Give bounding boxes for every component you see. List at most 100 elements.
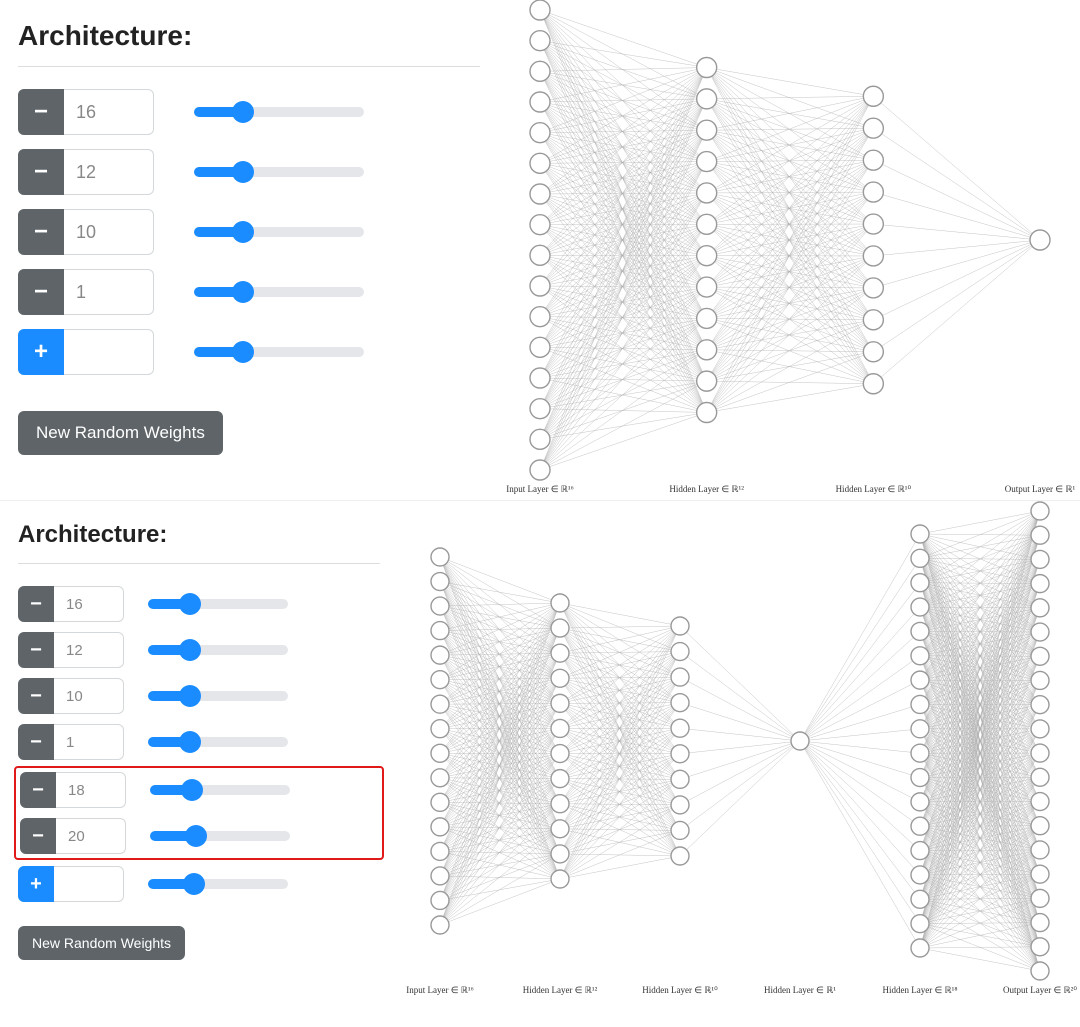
remove-layer-button[interactable]: −	[20, 818, 56, 854]
layer-size-slider[interactable]	[148, 738, 288, 747]
node	[697, 308, 717, 328]
remove-layer-button[interactable]: −	[18, 724, 54, 760]
edge	[873, 240, 1040, 320]
edge	[560, 728, 680, 753]
node	[911, 939, 929, 957]
layer-label: Input Layer ∈ ℝ¹⁶	[406, 985, 474, 995]
edge	[440, 778, 560, 829]
remove-layer-button[interactable]: −	[20, 772, 56, 808]
layer-size-slider[interactable]	[148, 692, 288, 701]
remove-layer-button[interactable]: −	[18, 89, 64, 135]
node	[911, 574, 929, 592]
edge	[707, 384, 874, 413]
remove-layer-button[interactable]: −	[18, 149, 64, 195]
layer-label: Hidden Layer ∈ ℝ¹²	[523, 985, 598, 995]
edge	[707, 68, 874, 97]
layer-size-input[interactable]	[64, 209, 154, 255]
layer-size-input[interactable]	[64, 329, 154, 375]
edge	[680, 741, 800, 754]
layer-size-input[interactable]	[64, 149, 154, 195]
remove-layer-button[interactable]: −	[18, 269, 64, 315]
edge	[540, 133, 707, 287]
edge	[540, 162, 707, 194]
node	[671, 643, 689, 661]
edge	[440, 631, 560, 829]
remove-layer-button[interactable]: −	[18, 586, 54, 622]
layer-size-slider[interactable]	[148, 646, 288, 655]
node	[431, 793, 449, 811]
edge	[707, 193, 874, 256]
node	[697, 58, 717, 78]
edge	[440, 557, 560, 754]
node	[697, 183, 717, 203]
remove-layer-button[interactable]: −	[18, 632, 54, 668]
node	[911, 915, 929, 933]
layer-size-input[interactable]	[56, 818, 126, 854]
edge	[707, 352, 874, 381]
node	[530, 31, 550, 51]
remove-layer-button[interactable]: −	[18, 209, 64, 255]
layer-size-input[interactable]	[54, 866, 124, 902]
node	[911, 647, 929, 665]
layer-size-slider[interactable]	[148, 600, 288, 609]
layer-size-slider[interactable]	[194, 227, 364, 237]
layer-size-input[interactable]	[56, 772, 126, 808]
edge	[440, 728, 560, 753]
node	[551, 694, 569, 712]
new-random-weights-button[interactable]: New Random Weights	[18, 926, 185, 960]
layer-size-input[interactable]	[54, 724, 124, 760]
edge	[707, 193, 874, 320]
layer-size-slider[interactable]	[148, 880, 288, 889]
slider-wrap	[194, 227, 480, 237]
layer-row: +	[18, 866, 380, 902]
layer-size-slider[interactable]	[150, 832, 290, 841]
remove-layer-button[interactable]: −	[18, 678, 54, 714]
layer-size-slider[interactable]	[194, 287, 364, 297]
node	[431, 818, 449, 836]
edge	[440, 829, 560, 876]
node	[530, 215, 550, 235]
network-svg: Input Layer ∈ ℝ¹⁶Hidden Layer ∈ ℝ¹²Hidde…	[500, 0, 1080, 500]
node	[530, 0, 550, 20]
layer-size-slider[interactable]	[194, 167, 364, 177]
edge	[707, 287, 874, 384]
edge	[540, 68, 707, 256]
add-layer-button[interactable]: +	[18, 866, 54, 902]
layer-size-input[interactable]	[54, 678, 124, 714]
edge	[920, 948, 1040, 971]
node	[551, 870, 569, 888]
edge	[540, 71, 707, 255]
slider-wrap	[150, 832, 378, 841]
node	[1031, 720, 1049, 738]
layer-size-input[interactable]	[64, 269, 154, 315]
layer-size-input[interactable]	[54, 586, 124, 622]
layer-label: Hidden Layer ∈ ℝ¹	[764, 985, 836, 995]
layer-rows: − − − − − − +	[18, 586, 380, 902]
edge	[560, 626, 680, 703]
layer-size-input[interactable]	[54, 632, 124, 668]
layer-size-slider[interactable]	[194, 347, 364, 357]
node	[1031, 865, 1049, 883]
node	[671, 668, 689, 686]
edge	[560, 653, 680, 677]
edge	[540, 225, 707, 256]
add-layer-button[interactable]: +	[18, 329, 64, 375]
layer-size-slider[interactable]	[194, 107, 364, 117]
edge	[707, 160, 874, 412]
layer-size-input[interactable]	[64, 89, 154, 135]
node	[863, 374, 883, 394]
node	[530, 368, 550, 388]
node	[911, 598, 929, 616]
slider-wrap	[148, 600, 380, 609]
edge	[707, 96, 874, 287]
edge	[440, 631, 560, 779]
edge	[540, 133, 707, 162]
edge	[540, 102, 707, 287]
layer-size-slider[interactable]	[150, 786, 290, 795]
layer-label: Output Layer ∈ ℝ¹	[1005, 484, 1076, 494]
new-random-weights-button[interactable]: New Random Weights	[18, 411, 223, 455]
minus-icon: −	[34, 158, 48, 186]
edge	[920, 850, 1040, 948]
edge	[707, 193, 874, 352]
node	[1031, 575, 1049, 593]
